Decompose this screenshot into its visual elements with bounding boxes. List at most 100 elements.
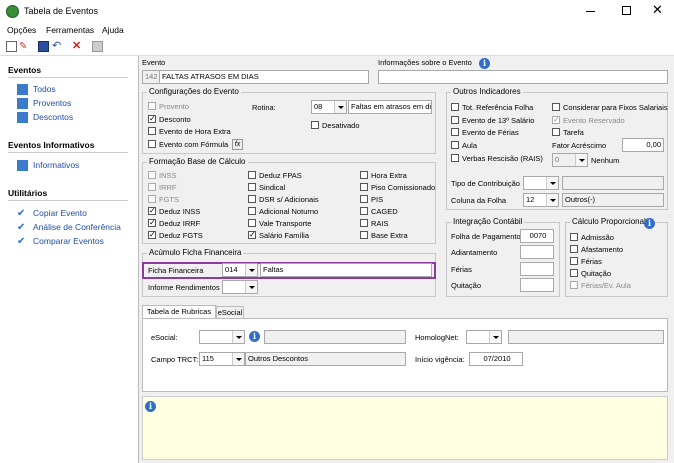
informe-select[interactable] (222, 280, 258, 294)
formacao-checkbox[interactable] (248, 207, 256, 215)
undo-icon[interactable]: ↶ (52, 41, 63, 52)
formacao-checkbox[interactable] (248, 171, 256, 179)
sidebar-item-comparar-eventos[interactable]: Comparar Eventos (33, 236, 104, 246)
calculo-checkbox[interactable] (570, 269, 578, 277)
formacao-checkbox[interactable] (248, 183, 256, 191)
esocial-select[interactable] (199, 330, 245, 344)
sidebar-item-proventos[interactable]: Proventos (33, 98, 71, 108)
evento-13-label: Evento de 13º Salário (462, 116, 535, 125)
homolognet-select[interactable] (466, 330, 502, 344)
info-icon[interactable]: i (249, 331, 260, 342)
vigencia-field[interactable]: 07/2010 (469, 352, 523, 366)
menu-opcoes[interactable]: Opções (7, 25, 36, 35)
fixos-checkbox[interactable] (552, 103, 560, 111)
formacao-checkbox[interactable] (148, 195, 156, 203)
close-icon[interactable]: ✕ (652, 2, 663, 18)
sidebar-item-analise-conferencia[interactable]: Análise de Conferência (33, 222, 121, 232)
provento-checkbox[interactable] (148, 102, 156, 110)
aula-checkbox[interactable] (451, 141, 459, 149)
info-evento-field[interactable] (378, 70, 668, 84)
evento-ferias-label: Evento de Férias (462, 128, 519, 137)
informe-label: Informe Rendimentos (148, 283, 220, 292)
hora-extra-checkbox[interactable] (148, 127, 156, 135)
tot-ref-checkbox[interactable] (451, 103, 459, 111)
coluna-folha-select[interactable]: 12 (523, 193, 559, 207)
calculo-checkbox[interactable] (570, 245, 578, 253)
formacao-checkbox[interactable] (360, 183, 368, 191)
formacao-label: CAGED (371, 207, 398, 216)
check-icon: ✔ (17, 208, 26, 219)
homolognet-label: HomologNet: (415, 333, 459, 342)
adiantamento-field[interactable] (520, 245, 554, 259)
menu-ferramentas[interactable]: Ferramentas (46, 25, 94, 35)
delete-icon[interactable]: ✕ (72, 41, 83, 52)
formacao-label: Deduz FGTS (159, 231, 203, 240)
nenhum-select[interactable]: 0 (552, 153, 588, 167)
check-icon: ✔ (17, 236, 26, 247)
formacao-checkbox[interactable] (360, 195, 368, 203)
menu-ajuda[interactable]: Ajuda (102, 25, 124, 35)
tab-rubricas[interactable]: Tabela de Rubricas (142, 305, 216, 318)
tab-rubricas-label: Tabela de Rubricas (146, 307, 212, 316)
print-icon[interactable] (92, 41, 103, 52)
formacao-checkbox[interactable] (360, 207, 368, 215)
list-icon (17, 112, 28, 123)
formacao-checkbox[interactable]: ✓ (148, 219, 156, 227)
evento-13-checkbox[interactable] (451, 116, 459, 124)
sidebar-item-descontos[interactable]: Descontos (33, 112, 73, 122)
chevron-down-icon (232, 331, 244, 343)
tab-esocial[interactable]: eSocial (216, 306, 244, 318)
calculo-checkbox[interactable] (570, 281, 578, 289)
formacao-checkbox[interactable]: ✓ (148, 207, 156, 215)
reservado-checkbox[interactable]: ✓ (552, 116, 560, 124)
info-icon[interactable]: i (644, 218, 655, 229)
sidebar-item-informativos[interactable]: Informativos (33, 160, 79, 170)
fator-field[interactable]: 0,00 (622, 138, 664, 152)
minimize-icon[interactable] (586, 11, 595, 12)
edit-icon[interactable]: ✎ (19, 41, 30, 52)
trct-select[interactable]: 115 (199, 352, 245, 366)
evento-name-field[interactable]: FALTAS ATRASOS EM DIAS (159, 70, 369, 84)
folha-pagamento-field[interactable]: 0070 (520, 229, 554, 243)
formacao-label: DSR s/ Adicionais (259, 195, 319, 204)
formacao-checkbox[interactable] (360, 171, 368, 179)
verbas-checkbox[interactable] (451, 154, 459, 162)
formacao-checkbox[interactable]: ✓ (148, 231, 156, 239)
formula-icon[interactable]: fx (232, 139, 243, 150)
ferias-field[interactable] (520, 262, 554, 276)
sidebar-section-informativos: Eventos Informativos (8, 140, 95, 150)
tarefa-checkbox[interactable] (552, 128, 560, 136)
formacao-checkbox[interactable] (248, 195, 256, 203)
rotina-select[interactable]: 08 (311, 100, 347, 114)
tipo-contribuicao-select[interactable] (523, 176, 559, 190)
quitacao-label: Quitação (451, 281, 482, 290)
maximize-icon[interactable] (622, 6, 631, 15)
calculo-checkbox[interactable] (570, 257, 578, 265)
formacao-checkbox[interactable]: ✓ (248, 231, 256, 239)
new-icon[interactable] (6, 41, 17, 52)
formacao-checkbox[interactable] (360, 219, 368, 227)
chevron-down-icon (489, 331, 501, 343)
ficha-select[interactable]: 014 (222, 263, 258, 277)
formacao-checkbox[interactable] (148, 183, 156, 191)
calculo-checkbox[interactable] (570, 233, 578, 241)
formacao-checkbox[interactable] (148, 171, 156, 179)
sidebar-item-copiar-evento[interactable]: Copiar Evento (33, 208, 87, 218)
evento-ferias-checkbox[interactable] (451, 128, 459, 136)
formacao-checkbox[interactable] (360, 231, 368, 239)
chevron-down-icon (546, 177, 558, 189)
sidebar-item-todos[interactable]: Todos (33, 84, 56, 94)
outros-group-title: Outros Indicadores (451, 87, 523, 96)
desativado-checkbox[interactable] (311, 121, 319, 129)
info-icon[interactable]: i (479, 58, 490, 69)
coluna-folha-text: Outros(-) (562, 193, 664, 207)
desconto-checkbox[interactable]: ✓ (148, 115, 156, 123)
calculo-group-title: Cálculo Proporcional (570, 217, 648, 226)
formula-checkbox[interactable] (148, 140, 156, 148)
quitacao-field[interactable] (520, 278, 554, 292)
homolognet-text (508, 330, 664, 344)
nenhum-label: Nenhum (591, 156, 620, 165)
formacao-checkbox[interactable] (248, 219, 256, 227)
formacao-label: Base Extra (371, 231, 408, 240)
save-icon[interactable] (38, 41, 49, 52)
